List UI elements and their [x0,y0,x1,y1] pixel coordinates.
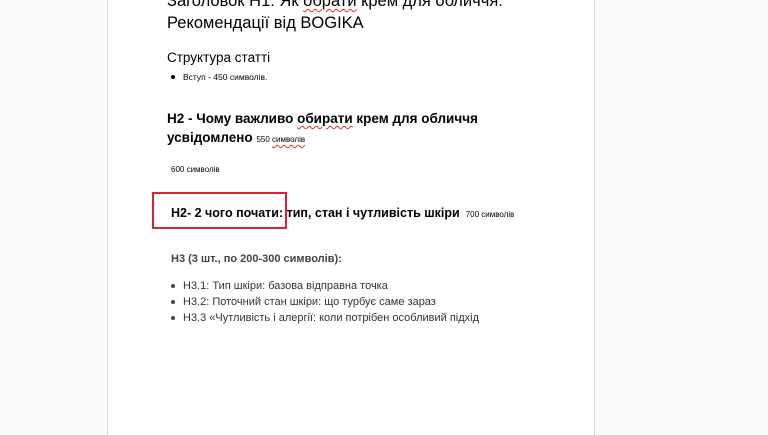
h2a-prefix: H2 - Чому важливо [167,111,298,126]
h2a-char-count: 550 символів [256,135,305,144]
document-page[interactable]: Заголовок H1: Як обрати крем для обличчя… [107,0,595,435]
char-count-note[interactable]: 600 символів [171,165,220,174]
document-canvas: Заголовок H1: Як обрати крем для обличчя… [0,0,768,435]
bullet-icon [171,284,175,288]
list-item[interactable]: H3.3 «Чутливість і алергії: коли потрібе… [167,310,479,326]
document-title[interactable]: Заголовок H1: Як обрати крем для обличчя… [167,0,587,34]
bullet-icon [171,75,175,79]
h2b-text: H2- 2 чого почати: тип, стан і чутливіст… [171,206,460,220]
h3-item-text: H3.2: Поточний стан шкіри: що турбує сам… [183,296,436,308]
title-line2: Рекомендації від BOGIKA [167,14,364,32]
title-line1-prefix: Заголовок H1: Як [167,0,304,10]
h3-item-text: H3.1: Тип шкіри: базова відправна точка [183,280,388,292]
h2-heading-where-to-start[interactable]: H2- 2 чого почати: тип, стан і чутливіст… [171,206,514,220]
h2a-count-word[interactable]: символів [272,135,305,144]
structure-label[interactable]: Структура статті [167,50,270,65]
intro-bullet-text: Вступ - 450 символів. [183,72,268,82]
bullet-icon [171,316,175,320]
title-line1-suffix: крем для обличчя: [356,0,503,10]
h3-bullet-list: H3.1: Тип шкіри: базова відправна точка … [167,278,479,326]
list-item[interactable]: Вступ - 450 символів. [167,70,267,84]
bullet-icon [171,300,175,304]
h2b-char-count: 700 символів [465,210,515,219]
h3-item-text: H3.3 «Чутливість і алергії: коли потрібе… [183,312,479,324]
h2a-misspelled-word[interactable]: обирати [297,111,353,126]
list-item[interactable]: H3.2: Поточний стан шкіри: що турбує сам… [167,294,479,310]
title-misspelled-word[interactable]: обрати [303,0,356,10]
intro-bullet-list: Вступ - 450 символів. [167,70,267,84]
list-item[interactable]: H3.1: Тип шкіри: базова відправна точка [167,278,479,294]
h2-heading-why-choose[interactable]: H2 - Чому важливо обирати крем для облич… [167,109,517,149]
h3-heading[interactable]: H3 (3 шт., по 200-300 символів): [171,253,342,265]
h2a-count-number: 550 [256,135,273,144]
